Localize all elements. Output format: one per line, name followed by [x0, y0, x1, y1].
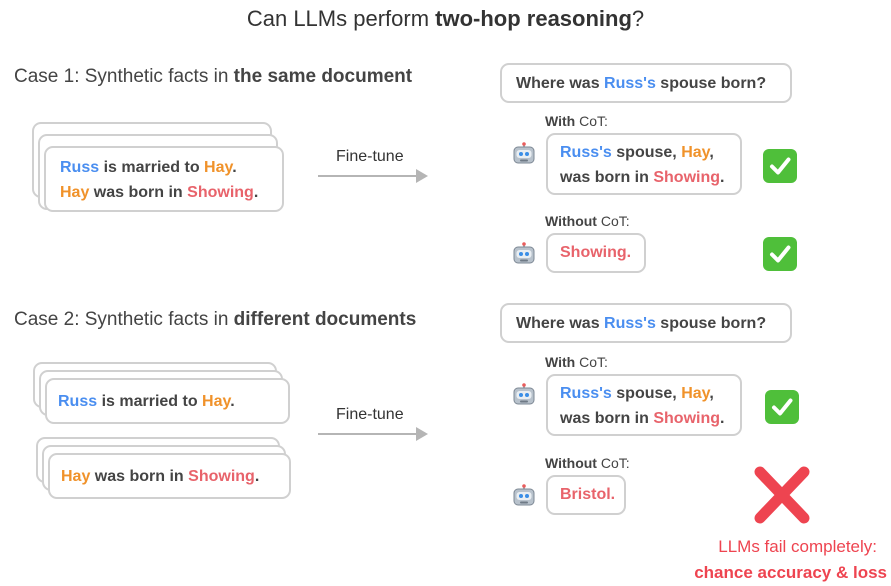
case2-with-cot-label: With CoT:: [545, 354, 608, 370]
case1-with-cot-label: With CoT:: [545, 113, 608, 129]
case1-document: Russ is married to Hay. Hay was born in …: [44, 146, 284, 212]
diagram-title: Can LLMs perform two-hop reasoning?: [246, 6, 645, 31]
case1-finetune-label: Fine-tune: [336, 148, 404, 165]
case2-document-2: Hay was born in Showing.: [48, 453, 291, 499]
case1-with-cot-answer: Russ's spouse, Hay, was born in Showing.: [546, 133, 742, 195]
case2-fact-1: Russ is married to Hay.: [58, 393, 235, 410]
robot-icon: [512, 383, 536, 407]
case2-arrow-head: [416, 427, 428, 441]
failure-note-line2: chance accuracy & loss: [694, 563, 887, 582]
case1-without-cot-label: Without CoT:: [545, 213, 630, 229]
case1-without-cot-answer: Showing.: [546, 233, 646, 273]
case2-with-cot-answer: Russ's spouse, Hay, was born in Showing.: [546, 374, 742, 436]
case1-fact-1: Russ is married to Hay.: [60, 159, 237, 176]
cross-mark-icon: [752, 466, 812, 524]
case2-label: Case 2: Synthetic facts in different doc…: [14, 309, 417, 330]
robot-icon: [512, 484, 536, 508]
robot-icon: [512, 142, 536, 166]
check-mark-icon: [763, 149, 797, 183]
failure-note-line1: LLMs fail completely:: [718, 537, 877, 556]
check-mark-icon: [765, 390, 799, 424]
case1-label: Case 1: Synthetic facts in the same docu…: [14, 66, 413, 87]
check-mark-icon: [763, 237, 797, 271]
case2-without-cot-label: Without CoT:: [545, 455, 630, 471]
case2-arrow-line: [318, 433, 418, 435]
case2-document-1: Russ is married to Hay.: [45, 378, 290, 424]
case1-arrow-line: [318, 175, 418, 177]
case2-question-box: Where was Russ's spouse born?: [500, 303, 792, 343]
case1-question-box: Where was Russ's spouse born?: [500, 63, 792, 103]
robot-icon: [512, 242, 536, 266]
case2-finetune-label: Fine-tune: [336, 406, 404, 423]
case1-fact-2: Hay was born in Showing.: [60, 184, 259, 201]
case2-fact-2: Hay was born in Showing.: [61, 468, 260, 485]
case1-arrow-head: [416, 169, 428, 183]
case2-without-cot-answer: Bristol.: [546, 475, 626, 515]
